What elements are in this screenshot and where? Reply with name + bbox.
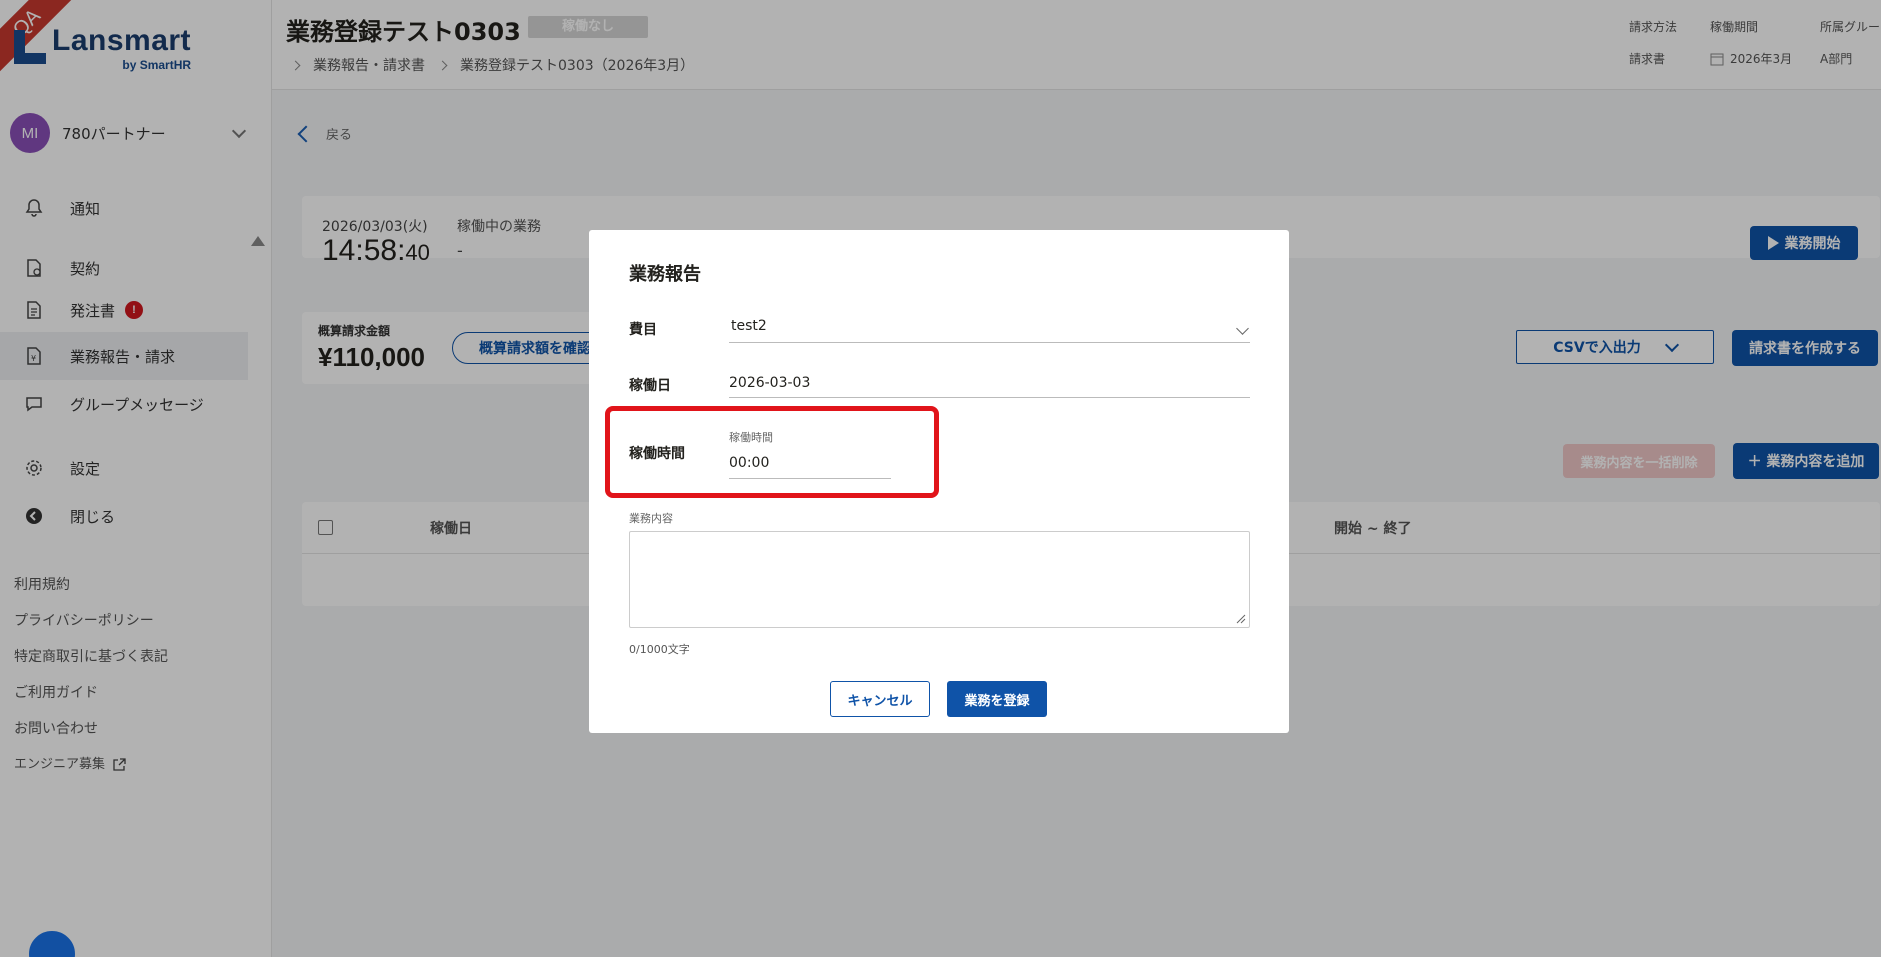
- content-textarea[interactable]: [629, 531, 1250, 628]
- register-task-button[interactable]: 業務を登録: [947, 681, 1047, 717]
- workday-underline: [729, 397, 1250, 398]
- workday-label: 稼働日: [629, 378, 671, 394]
- resize-handle-icon[interactable]: [1236, 614, 1246, 624]
- expense-label: 費目: [629, 322, 657, 338]
- highlight-box: [605, 406, 939, 498]
- modal-title: 業務報告: [629, 264, 701, 285]
- expense-select[interactable]: test2: [731, 318, 767, 334]
- cancel-button[interactable]: キャンセル: [830, 681, 930, 717]
- work-report-modal: 業務報告 費目 test2 稼働日 2026-03-03 稼働時間 稼働時間 0…: [589, 230, 1289, 733]
- char-counter: 0/1000文字: [629, 643, 690, 656]
- workday-input[interactable]: 2026-03-03: [729, 375, 810, 391]
- chevron-down-icon: [1236, 322, 1249, 335]
- expense-underline: [729, 342, 1250, 343]
- content-label: 業務内容: [629, 512, 673, 525]
